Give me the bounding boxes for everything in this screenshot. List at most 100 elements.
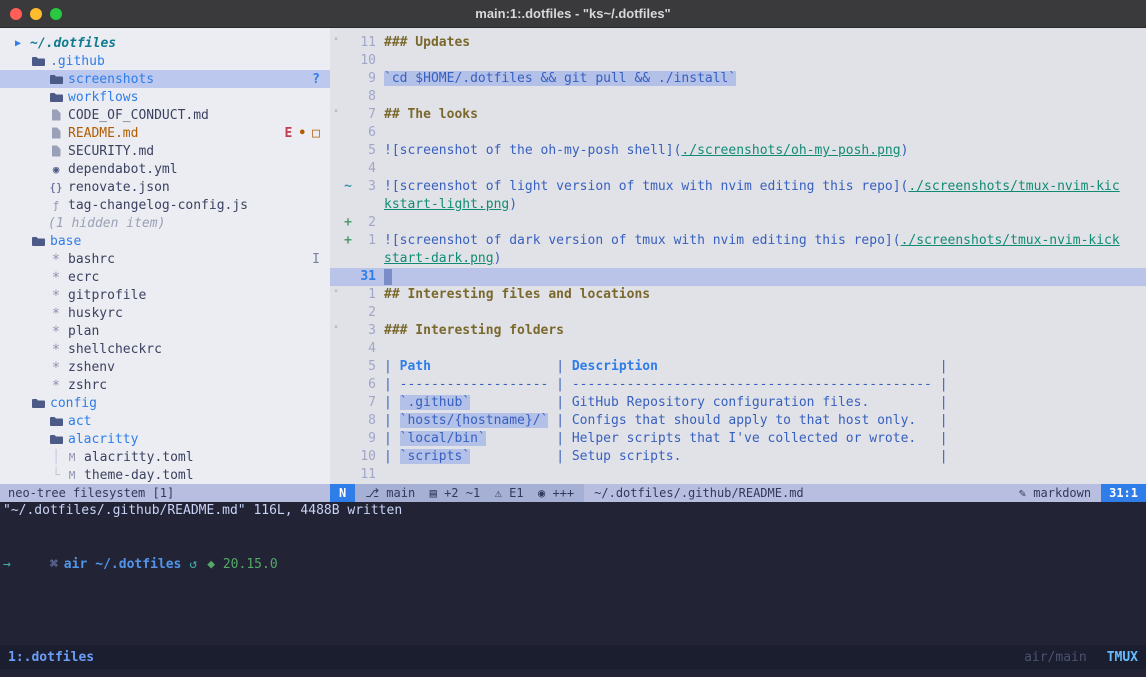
titlebar: main:1:.dotfiles - "ks~/.dotfiles" (0, 0, 1146, 28)
asterisk-icon: * (48, 360, 64, 376)
asterisk-icon: * (48, 342, 64, 358)
fold-marker (330, 196, 342, 214)
editor-line-18[interactable]: 4 (330, 340, 1146, 358)
tree-item-config[interactable]: config (0, 394, 330, 412)
editor-line-12[interactable]: +1![screenshot of dark version of tmux w… (330, 232, 1146, 250)
tree-item-alacritty-toml[interactable]: │Malacritty.toml (0, 448, 330, 466)
tree-item-bashrc[interactable]: *bashrcI (0, 250, 330, 268)
status-badge: • (298, 126, 306, 141)
fold-marker (330, 466, 342, 484)
zoom-button[interactable] (50, 8, 62, 20)
editor-line-1[interactable]: ˅11### Updates (330, 34, 1146, 52)
line-number: 3 (354, 178, 384, 196)
fold-marker (330, 430, 342, 448)
fold-marker (330, 250, 342, 268)
tree-item-readme-md[interactable]: README.mdE•□ (0, 124, 330, 142)
tree-item-dotfiles[interactable]: ▶~/.dotfiles (0, 34, 330, 52)
tree-item-huskyrc[interactable]: *huskyrc (0, 304, 330, 322)
tree-item-screenshots[interactable]: screenshots? (0, 70, 330, 88)
prompt-arrow-icon[interactable]: → (0, 556, 1146, 574)
line-text: ### Updates (384, 34, 1146, 52)
editor-line-8[interactable]: 4 (330, 160, 1146, 178)
tree-item-1-hidden-item[interactable]: (1 hidden item) (0, 214, 330, 232)
editor-line-20[interactable]: 6| ------------------- | ---------------… (330, 376, 1146, 394)
git-status-segment: ⎇ main ▤ +2 ~1 ⚠ E1 ◉ +++ (355, 484, 584, 502)
tree-item-plan[interactable]: *plan (0, 322, 330, 340)
editor-line-5[interactable]: ˅7## The looks (330, 106, 1146, 124)
tree-item-label: config (50, 396, 97, 411)
text-token: | (431, 359, 572, 374)
terminal-window: main:1:.dotfiles - "ks~/.dotfiles" ▶~/.d… (0, 0, 1146, 677)
tree-item-badges: ? (312, 72, 320, 87)
line-number: 6 (354, 376, 384, 394)
tree-item-tag-changelog-config-js[interactable]: ƒtag-changelog-config.js (0, 196, 330, 214)
editor-line-6[interactable]: 6 (330, 124, 1146, 142)
tree-item-label: dependabot.yml (68, 162, 178, 177)
editor-line-14[interactable]: 31 (330, 268, 1146, 286)
line-text (384, 124, 1146, 142)
editor-line-19[interactable]: 5| Path | Description | (330, 358, 1146, 376)
tree-item-base[interactable]: base (0, 232, 330, 250)
editor-line-23[interactable]: 9| `local/bin` | Helper scripts that I'v… (330, 430, 1146, 448)
text-token: | (916, 413, 947, 428)
editor-line-4[interactable]: 8 (330, 88, 1146, 106)
tree-item-dependabot-yml[interactable]: ◉dependabot.yml (0, 160, 330, 178)
text-token: ![screenshot of the oh-my-posh shell]( (384, 143, 681, 158)
editor-line-11[interactable]: +2 (330, 214, 1146, 232)
tree-item-zshenv[interactable]: * zshenv (0, 358, 330, 376)
line-number: 2 (354, 304, 384, 322)
fold-marker (330, 88, 342, 106)
text-token: | (384, 413, 400, 428)
line-number: 10 (354, 448, 384, 466)
git-sign (342, 70, 354, 88)
git-sign (342, 124, 354, 142)
tmux-window-item[interactable]: 1:.dotfiles (8, 650, 94, 665)
editor-line-15[interactable]: ˅1## Interesting files and locations (330, 286, 1146, 304)
fold-marker (330, 340, 342, 358)
tree-item-workflows[interactable]: workflows (0, 88, 330, 106)
tree-item-theme-day-toml[interactable]: └Mtheme-day.toml (0, 466, 330, 484)
folder-icon (30, 56, 46, 67)
editor-line-7[interactable]: 5![screenshot of the oh-my-posh shell](.… (330, 142, 1146, 160)
tree-item-alacritty[interactable]: alacritty (0, 430, 330, 448)
git-sign (342, 88, 354, 106)
fold-marker (330, 160, 342, 178)
tree-item-shellcheckrc[interactable]: *shellcheckrc (0, 340, 330, 358)
tree-item-renovate-json[interactable]: {}renovate.json (0, 178, 330, 196)
minimize-button[interactable] (30, 8, 42, 20)
close-button[interactable] (10, 8, 22, 20)
file-path-segment: ~/.dotfiles/.github/README.md (584, 484, 1009, 502)
text-token: | (658, 359, 948, 374)
git-sign: + (342, 232, 354, 250)
fold-marker (330, 214, 342, 232)
editor-line-25[interactable]: 11 (330, 466, 1146, 484)
tree-item-label: plan (68, 324, 99, 339)
nvim-main-area: ▶~/.dotfiles.githubscreenshots?workflows… (0, 28, 1146, 484)
tree-item-ecrc[interactable]: *ecrc (0, 268, 330, 286)
text-token: | (681, 449, 947, 464)
tree-item-security-md[interactable]: SECURITY.md (0, 142, 330, 160)
editor-line-17[interactable]: ˅3### Interesting folders (330, 322, 1146, 340)
editor-line-9[interactable]: ~3![screenshot of light version of tmux … (330, 178, 1146, 196)
tree-item-code-of-conduct-md[interactable]: CODE_OF_CONDUCT.md (0, 106, 330, 124)
tree-item-gitprofile[interactable]: *gitprofile (0, 286, 330, 304)
editor-line-16[interactable]: 2 (330, 304, 1146, 322)
editor-line-22[interactable]: 8| `hosts/{hostname}/` | Configs that sh… (330, 412, 1146, 430)
tree-item-zshrc[interactable]: *zshrc (0, 376, 330, 394)
editor-line-24[interactable]: 10| `scripts` | Setup scripts. | (330, 448, 1146, 466)
editor-line-2[interactable]: 10 (330, 52, 1146, 70)
tree-item-badges: E•□ (285, 126, 320, 141)
tree-item-label: tag-changelog-config.js (68, 198, 248, 213)
editor-line-3[interactable]: 9`cd $HOME/.dotfiles && git pull && ./in… (330, 70, 1146, 88)
tree-item-github[interactable]: .github (0, 52, 330, 70)
git-sign: + (342, 214, 354, 232)
text-token: ## Interesting files and locations (384, 287, 650, 302)
tree-item-act[interactable]: act (0, 412, 330, 430)
editor-line-10[interactable]: kstart-light.png) (330, 196, 1146, 214)
text-token: `cd $HOME/.dotfiles && git pull && ./ins… (384, 71, 736, 86)
editor-line-13[interactable]: start-dark.png) (330, 250, 1146, 268)
tree-item-label: zshenv (68, 360, 115, 375)
folder-icon (48, 92, 64, 103)
editor-line-21[interactable]: 7| `.github` | GitHub Repository configu… (330, 394, 1146, 412)
line-number (354, 196, 384, 214)
